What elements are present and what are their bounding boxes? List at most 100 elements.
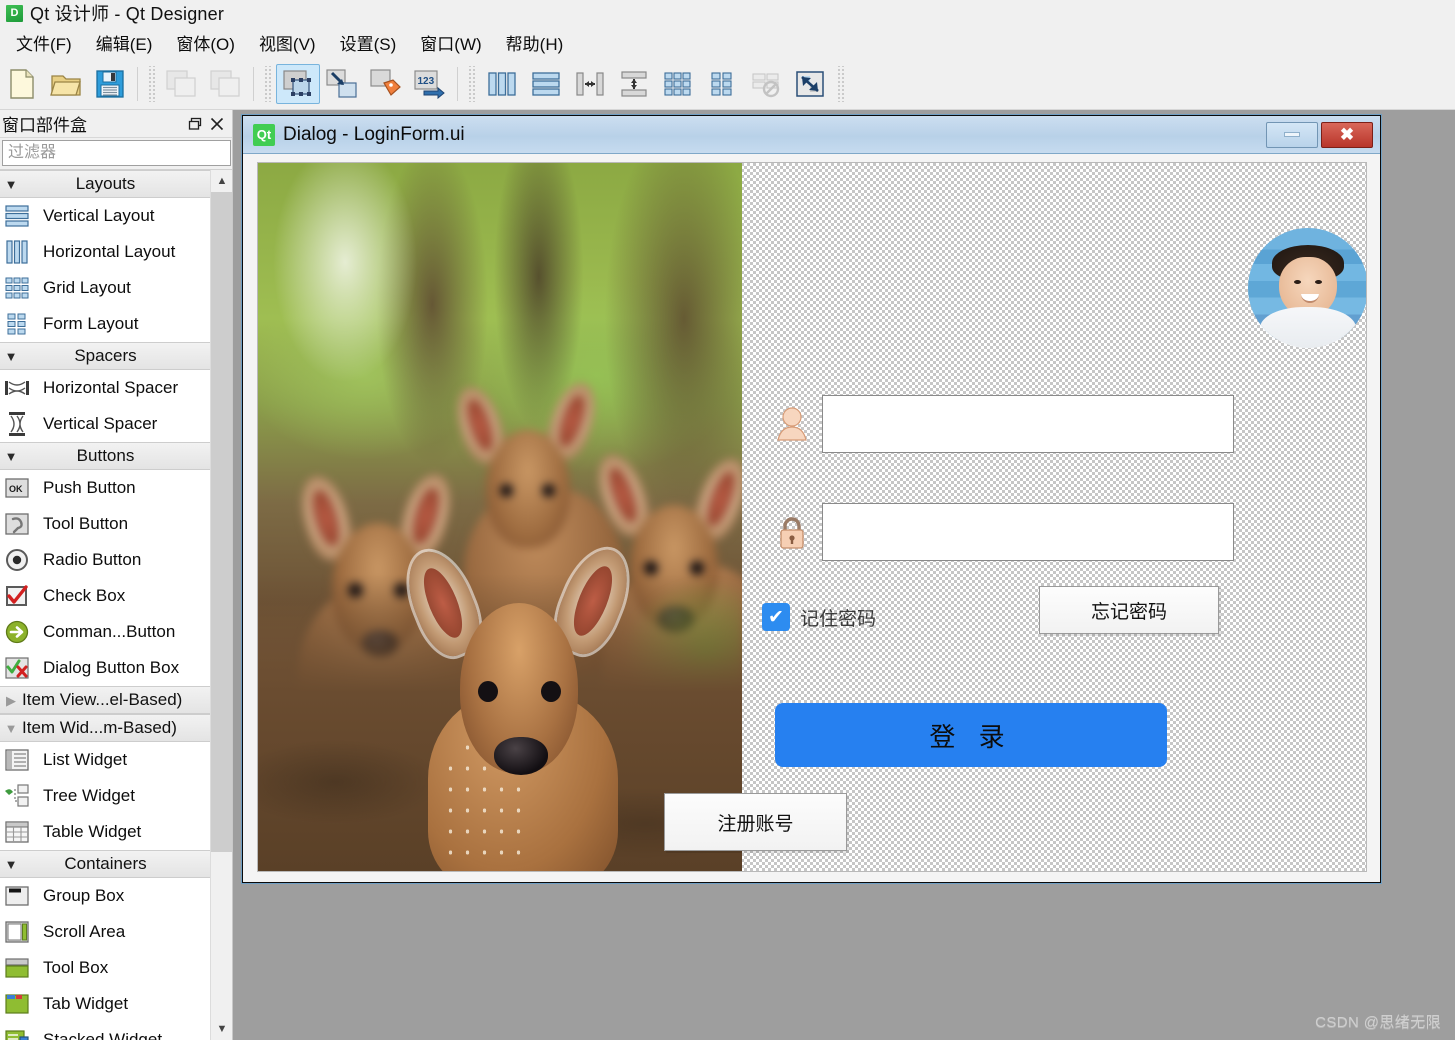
forgot-password-button[interactable]: 忘记密码 [1039,586,1219,634]
qt-designer-window: D Qt 设计师 - Qt Designer 文件(F) 编辑(E) 窗体(O)… [0,0,1455,1040]
layout-splitter-horizontal-button[interactable] [568,64,612,104]
widget-item-radio-button[interactable]: Radio Button [0,542,211,578]
widget-box-category-containers[interactable]: ▼ Containers [0,850,211,878]
layout-grid-button[interactable] [656,64,700,104]
filter-input[interactable] [2,140,231,166]
widget-item-label: Group Box [43,886,125,905]
widget-box-scrollbar[interactable]: ▲ ▼ [210,170,232,1040]
widget-item-stacked-widget[interactable]: Stacked Widget [0,1022,211,1040]
edit-buddies-button[interactable] [364,64,408,104]
edit-signals-slots-icon [326,68,358,99]
widget-item-horizontal-layout[interactable]: Horizontal Layout [0,234,211,270]
dialog-close-button[interactable]: ✖ [1321,121,1373,148]
widget-item-label: Vertical Spacer [43,414,158,433]
menu-edit[interactable]: 编辑(E) [86,27,163,58]
toolbar: 123 [0,58,1455,110]
menu-window[interactable]: 窗口(W) [410,27,491,58]
widget-item-list-widget[interactable]: List Widget [0,742,211,778]
widget-box-title: 窗口部件盒 [2,116,87,135]
widget-item-push-button[interactable]: OK Push Button [0,470,211,506]
adjust-size-button[interactable] [788,64,832,104]
undo-button[interactable] [160,64,204,104]
widget-item-check-box[interactable]: Check Box [0,578,211,614]
widget-item-scroll-area[interactable]: Scroll Area [0,914,211,950]
dialog-minimize-button[interactable] [1266,121,1318,148]
chevron-down-icon: ▼ [4,720,18,736]
toolbar-grip[interactable] [467,65,476,102]
open-file-icon [50,68,82,100]
widget-box-category-item-widgets[interactable]: ▼ Item Wid...m-Based) [0,714,211,742]
widget-item-label: Tree Widget [43,786,135,805]
widget-item-tool-button[interactable]: Tool Button [0,506,211,542]
widget-item-label: Radio Button [43,550,142,569]
widget-item-vertical-layout[interactable]: Vertical Layout [0,198,211,234]
widget-item-grid-layout[interactable]: Grid Layout [0,270,211,306]
username-input[interactable] [822,395,1234,453]
widget-box-scroll-host: ▼ Layouts Vertical Layout Horizontal Lay… [0,169,232,1040]
widget-box-category-buttons[interactable]: ▼ Buttons [0,442,211,470]
widget-item-vertical-spacer[interactable]: Vertical Spacer [0,406,211,442]
menu-settings[interactable]: 设置(S) [330,27,407,58]
redo-button[interactable] [204,64,248,104]
restore-icon[interactable] [184,114,206,134]
deer-front-fawn [395,540,641,871]
layout-horizontally-icon [487,70,517,98]
toolbar-grip[interactable] [263,65,272,102]
remember-password-row[interactable]: ✔ 记住密码 [762,603,876,631]
layout-form-button[interactable] [700,64,744,104]
widget-box-category-layouts[interactable]: ▼ Layouts [0,170,211,198]
widget-item-horizontal-spacer[interactable]: Horizontal Spacer [0,370,211,406]
window-titlebar: D Qt 设计师 - Qt Designer [0,0,1455,26]
widget-item-dialog-button-box[interactable]: Dialog Button Box [0,650,211,686]
widget-item-tool-box[interactable]: Tool Box [0,950,211,986]
password-input[interactable] [822,503,1234,561]
menu-view[interactable]: 视图(V) [249,27,326,58]
chevron-down-icon[interactable]: ▼ [211,1018,232,1040]
widget-box-category-item-views[interactable]: ▶ Item View...el-Based) [0,686,211,714]
scrollbar-thumb[interactable] [211,192,232,852]
command-link-button-icon [3,618,31,646]
widget-item-command-link-button[interactable]: Comman...Button [0,614,211,650]
avatar-eye-left [1293,279,1301,284]
widget-box-list: ▼ Layouts Vertical Layout Horizontal Lay… [0,170,211,1040]
menu-help[interactable]: 帮助(H) [496,27,574,58]
widget-box-category-spacers[interactable]: ▼ Spacers [0,342,211,370]
widget-item-form-layout[interactable]: Form Layout [0,306,211,342]
widget-item-table-widget[interactable]: Table Widget [0,814,211,850]
layout-horizontally-button[interactable] [480,64,524,104]
login-form-canvas: ✕ [257,162,1367,872]
edit-widgets-button[interactable] [276,63,320,104]
menu-form[interactable]: 窗体(O) [166,27,245,58]
layout-splitter-vertical-button[interactable] [612,64,656,104]
break-layout-button[interactable] [744,64,788,104]
widget-item-label: List Widget [43,750,128,769]
layout-vertically-button[interactable] [524,64,568,104]
widget-item-tree-widget[interactable]: Tree Widget [0,778,211,814]
toolbar-grip[interactable] [836,65,845,102]
widget-item-tab-widget[interactable]: Tab Widget [0,986,211,1022]
open-file-button[interactable] [44,64,88,104]
toolbar-grip[interactable] [147,65,156,102]
chevron-up-icon[interactable]: ▲ [211,170,232,192]
chevron-down-icon: ▼ [4,448,18,464]
edit-buddies-icon [370,68,402,99]
edit-signals-slots-button[interactable] [320,64,364,104]
tab-widget-icon [3,990,31,1018]
scrollbar-track[interactable] [211,192,232,1018]
widget-item-group-box[interactable]: Group Box [0,878,211,914]
register-button[interactable]: 注册账号 [664,793,847,851]
login-button[interactable]: 登 录 [775,703,1167,767]
menu-file[interactable]: 文件(F) [6,27,82,58]
widget-box-filter-wrap [0,138,232,169]
vertical-spacer-icon [3,410,31,438]
widget-item-label: Tool Box [43,958,109,977]
remember-password-checkbox[interactable]: ✔ [762,603,790,631]
category-label: Containers [64,854,147,873]
save-file-button[interactable] [88,64,132,104]
category-label: Layouts [75,174,136,193]
edit-tab-order-button[interactable]: 123 [408,64,452,104]
layout-form-icon [707,70,737,98]
edit-widgets-icon [282,69,314,99]
new-file-button[interactable] [0,64,44,104]
close-icon[interactable] [206,114,228,134]
